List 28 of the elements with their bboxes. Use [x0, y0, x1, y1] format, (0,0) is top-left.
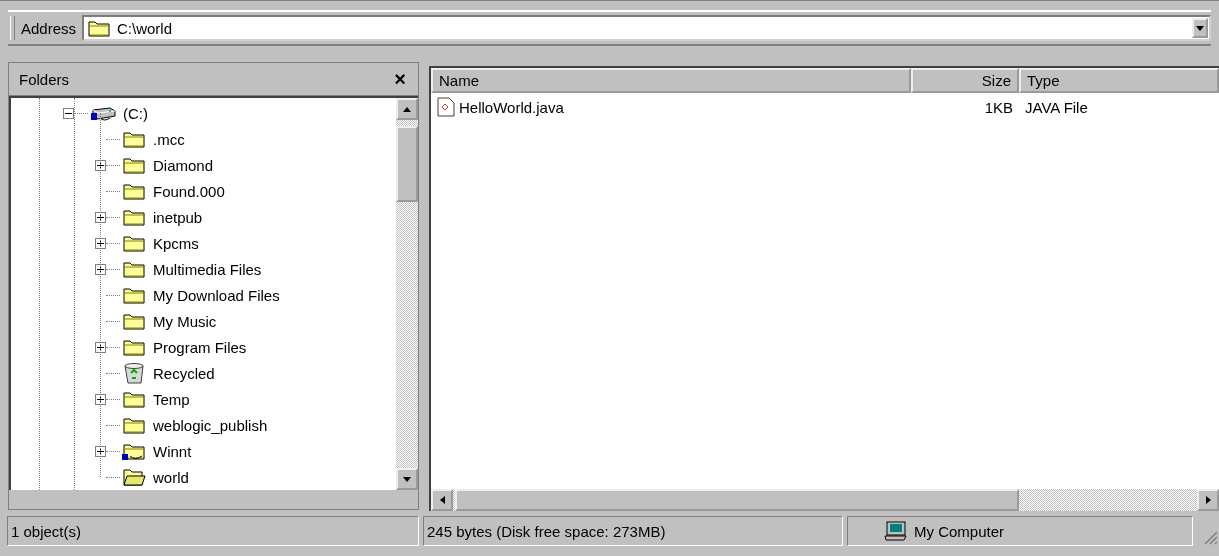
tree-item[interactable]: Multimedia Files [11, 256, 396, 282]
tree-item[interactable]: Temp [11, 386, 396, 412]
tree-item[interactable]: (C:) [11, 100, 396, 126]
tree-item[interactable]: Kpcms [11, 230, 396, 256]
file-type: JAVA File [1024, 98, 1089, 116]
tree-item[interactable]: Program Files [11, 334, 396, 360]
status-details: 245 bytes (Disk free space: 273MB) [427, 522, 666, 540]
file-size: 1KB [983, 98, 1014, 116]
tree-item[interactable]: world [11, 464, 396, 490]
tree-item[interactable]: My Music [11, 308, 396, 334]
tree-item[interactable]: Found.000 [11, 178, 396, 204]
zone-label: My Computer [914, 522, 1005, 540]
tree-item[interactable]: .mcc [11, 126, 396, 152]
tree-item[interactable]: Recycled [11, 360, 396, 386]
object-count: 1 object(s) [11, 522, 82, 540]
column-header[interactable]: Size [911, 68, 1019, 93]
tree-item[interactable]: My Download Files [11, 282, 396, 308]
tree-item[interactable]: Diamond [11, 152, 396, 178]
close-button[interactable]: × [394, 67, 406, 91]
address-field[interactable]: C:\world [82, 15, 1211, 41]
pane-title: Folders [19, 70, 70, 88]
tree-item[interactable]: weblogic_publish [11, 412, 396, 438]
column-header[interactable]: Type [1019, 68, 1219, 93]
column-header[interactable]: Name [431, 68, 911, 93]
file-name[interactable]: HelloWorld.java [459, 98, 564, 116]
tree-item[interactable]: inetpub [11, 204, 396, 230]
address-label: Address [20, 19, 78, 37]
tree-item[interactable]: Winnt [11, 438, 396, 464]
